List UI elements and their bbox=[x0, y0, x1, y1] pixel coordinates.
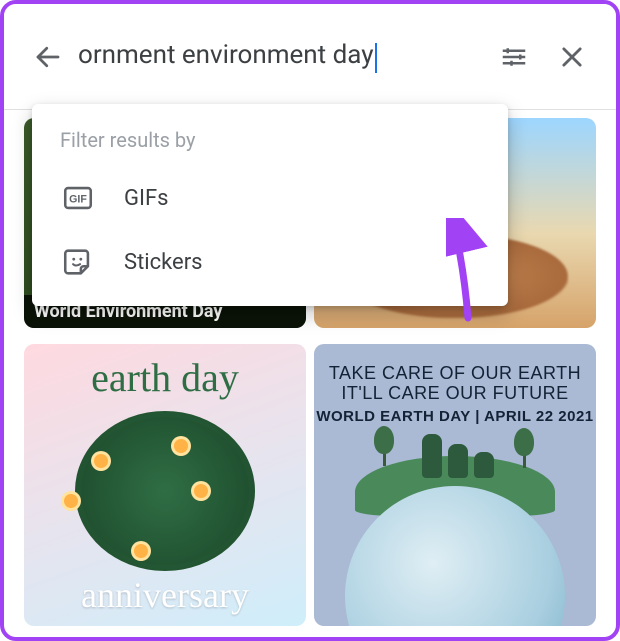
svg-text:GIF: GIF bbox=[69, 193, 87, 205]
tune-icon bbox=[499, 42, 529, 72]
sticker-icon bbox=[60, 244, 96, 280]
tile-text: IT'LL CARE OUR FUTURE bbox=[314, 384, 596, 404]
gif-icon: GIF bbox=[60, 180, 96, 216]
tile-text: anniversary bbox=[24, 574, 306, 616]
tile-text: WORLD EARTH DAY | APRIL 22 2021 bbox=[314, 408, 596, 425]
filter-button[interactable] bbox=[490, 33, 538, 81]
filter-option-label: Stickers bbox=[124, 250, 203, 275]
filter-option-stickers[interactable]: Stickers bbox=[32, 230, 508, 294]
search-input[interactable]: ornment environment day bbox=[78, 40, 374, 70]
filter-option-label: GIFs bbox=[124, 186, 168, 211]
results-area: World Environment Day earth day annivers… bbox=[4, 110, 616, 637]
text-caret bbox=[375, 43, 377, 73]
tile-art bbox=[75, 411, 255, 571]
search-header: ornment environment day bbox=[4, 4, 616, 110]
filter-option-gifs[interactable]: GIF GIFs bbox=[32, 166, 508, 230]
result-tile[interactable]: earth day anniversary bbox=[24, 344, 306, 626]
tile-text: TAKE CARE OF OUR EARTH bbox=[314, 364, 596, 384]
back-button[interactable] bbox=[24, 33, 72, 81]
close-button[interactable] bbox=[548, 33, 596, 81]
popover-title: Filter results by bbox=[32, 122, 508, 166]
filter-popover: Filter results by GIF GIFs bbox=[32, 104, 508, 306]
close-icon bbox=[558, 43, 586, 71]
tile-text: earth day bbox=[24, 358, 306, 398]
result-tile[interactable]: TAKE CARE OF OUR EARTH IT'LL CARE OUR FU… bbox=[314, 344, 596, 626]
arrow-back-icon bbox=[33, 42, 63, 72]
search-input-wrap[interactable]: ornment environment day bbox=[78, 40, 480, 74]
